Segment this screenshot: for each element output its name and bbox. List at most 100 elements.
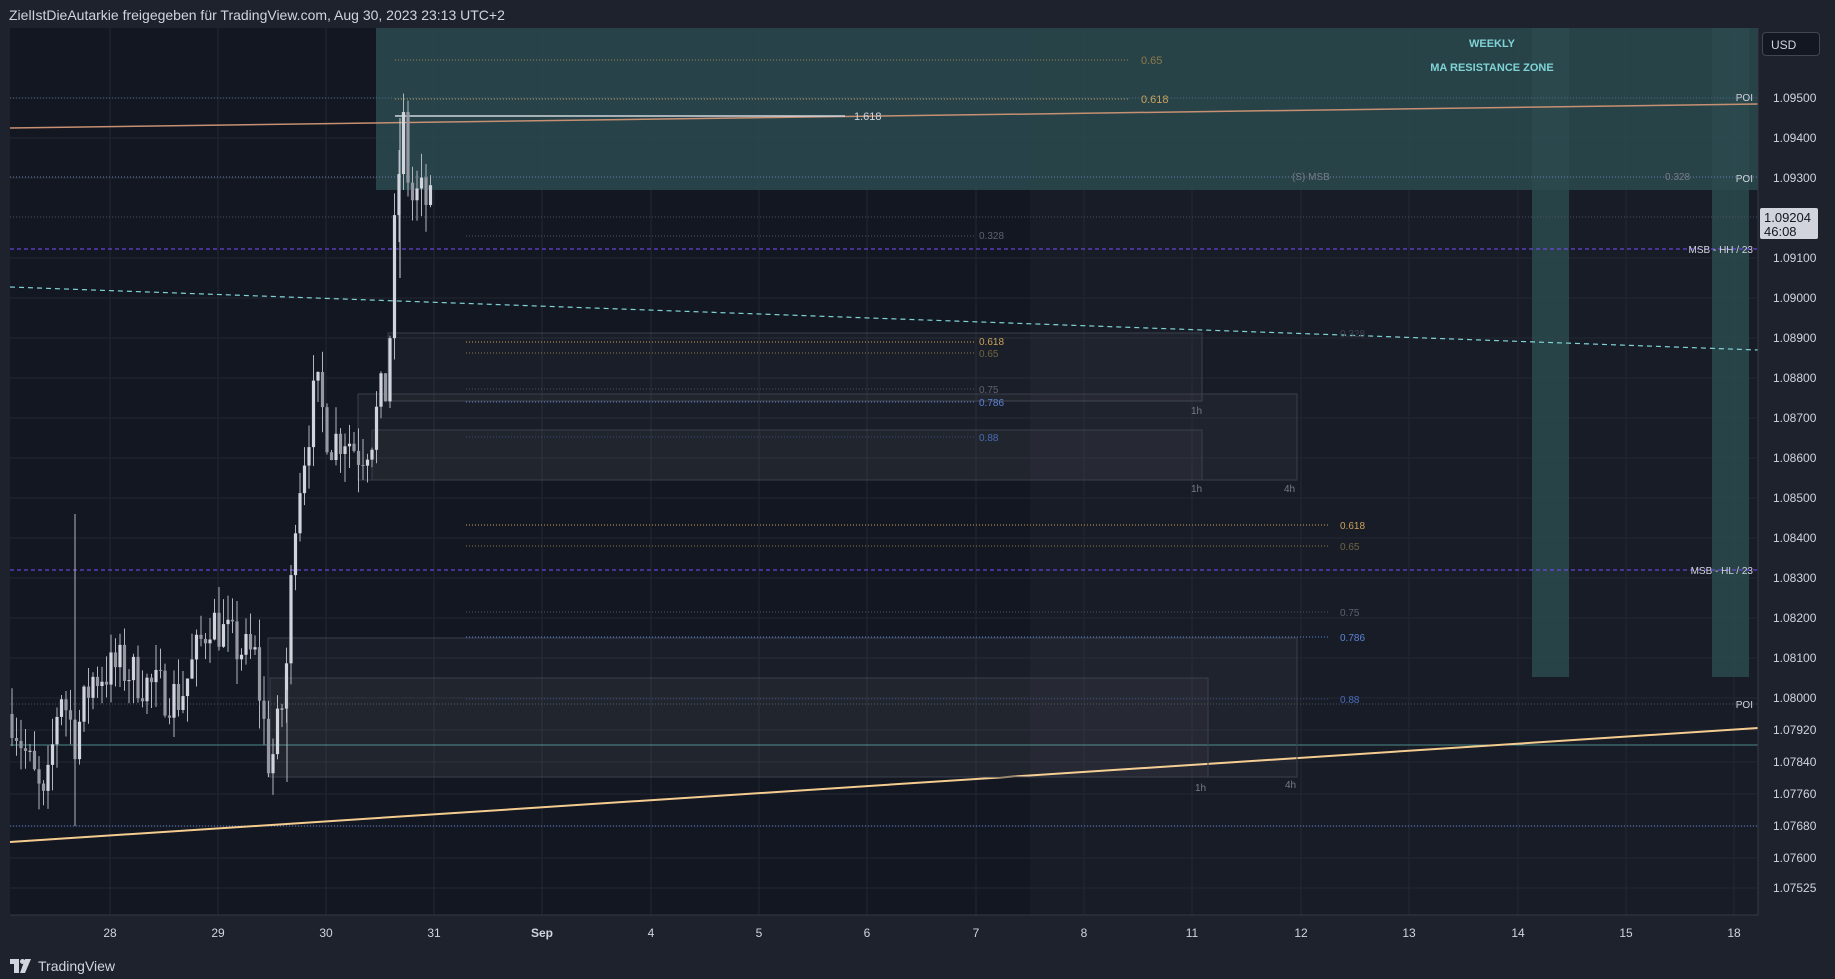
- candle-body: [181, 696, 185, 710]
- y-tick-label: 1.07600: [1773, 851, 1817, 865]
- candle-body: [370, 449, 374, 460]
- candle-body: [406, 112, 410, 183]
- x-tick-label: 11: [1186, 926, 1199, 940]
- candle-body: [388, 338, 392, 402]
- price-chart[interactable]: WEEKLY MA RESISTANCE ZONE 0.65 0.618 1.6…: [0, 0, 1835, 952]
- candle-body: [145, 677, 149, 702]
- candle-body: [275, 708, 280, 755]
- candle-body: [239, 654, 244, 660]
- candle-body: [428, 185, 433, 205]
- y-tick-label: 1.09500: [1773, 91, 1817, 105]
- x-tick-label: Sep: [531, 926, 553, 940]
- candle-body: [172, 684, 176, 718]
- y-tick-label: 1.08100: [1773, 651, 1817, 665]
- candle-body: [244, 634, 248, 655]
- candle-body: [352, 443, 356, 451]
- candle-body: [41, 783, 46, 791]
- candle-body: [122, 644, 127, 681]
- candle-body: [46, 764, 50, 791]
- poi-top-label: POI: [1736, 93, 1753, 104]
- price-axis: [1758, 28, 1835, 952]
- y-tick-label: 1.08000: [1773, 691, 1817, 705]
- candle-body: [167, 715, 172, 718]
- time-axis: [0, 915, 1758, 952]
- fib-box-lower-1h: [269, 677, 1209, 778]
- x-tick-label: 13: [1402, 926, 1416, 940]
- y-tick-label: 1.08900: [1773, 331, 1817, 345]
- y-tick-label: 1.07680: [1773, 819, 1817, 833]
- poi-mid-label: POI: [1736, 174, 1753, 185]
- y-tick-label: 1.07920: [1773, 723, 1817, 737]
- y-tick-label: 1.08400: [1773, 531, 1817, 545]
- candle-body: [356, 450, 361, 465]
- candle-body: [208, 639, 212, 644]
- candle-body: [37, 769, 41, 784]
- candle-body: [374, 406, 379, 450]
- x-tick-label: 8: [1081, 926, 1088, 940]
- fib-mid-075: 0.75: [979, 385, 999, 396]
- candle-body: [86, 686, 91, 698]
- x-tick-label: 4: [648, 926, 655, 940]
- candle-body: [293, 533, 298, 576]
- box-label-lower-4h: 4h: [1285, 780, 1296, 791]
- candle-body: [127, 680, 131, 682]
- y-tick-label: 1.08600: [1773, 451, 1817, 465]
- candle-body: [154, 669, 158, 683]
- candle-body: [109, 652, 113, 685]
- y-tick-label: 1.08500: [1773, 491, 1817, 505]
- msb-hh-label: MSB - HH / 23: [1689, 245, 1754, 256]
- current-price-countdown: 46:08: [1764, 224, 1797, 239]
- candle-body: [289, 575, 293, 664]
- candle-body: [280, 708, 284, 710]
- tradingview-logo[interactable]: TradingView: [10, 958, 115, 974]
- y-tick-label: 1.09400: [1773, 131, 1817, 145]
- s-msb-label: (S) MSB: [1292, 172, 1330, 183]
- candle-body: [365, 459, 370, 466]
- x-tick-label: 7: [973, 926, 980, 940]
- candle-body: [118, 644, 122, 668]
- candle-body: [230, 619, 235, 622]
- candle-body: [343, 446, 347, 454]
- box-label-upper-1h-a: 1h: [1191, 406, 1202, 417]
- candle-body: [140, 698, 145, 702]
- y-tick-label: 1.08200: [1773, 611, 1817, 625]
- candle-body: [104, 681, 109, 685]
- candle-body: [271, 754, 275, 774]
- candle-body: [32, 750, 37, 770]
- candle-body: [199, 634, 203, 639]
- candle-body: [298, 493, 302, 534]
- candle-body: [136, 656, 140, 699]
- fib-top-065: 0.65: [1141, 55, 1162, 67]
- fib-top-0618: 0.618: [1141, 94, 1169, 106]
- zone-label-weekly: WEEKLY: [1469, 38, 1516, 50]
- candle-body: [212, 612, 217, 640]
- resistance-column-b: [1712, 28, 1749, 677]
- candle-body: [19, 740, 23, 749]
- candle-body: [149, 677, 154, 683]
- fib-box-upper-1h-a: [387, 332, 1203, 402]
- resistance-column-a: [1532, 28, 1569, 677]
- x-tick-label: 30: [319, 926, 333, 940]
- candle-body: [185, 678, 190, 697]
- candle-body: [95, 676, 100, 687]
- candle-body: [347, 443, 352, 447]
- msb-hl-label: MSB - HL / 23: [1691, 566, 1754, 577]
- box-label-upper-4h: 4h: [1284, 484, 1295, 495]
- fib-mid-065: 0.65: [979, 349, 999, 360]
- candle-body: [311, 380, 316, 448]
- currency-button[interactable]: USD: [1762, 32, 1820, 56]
- x-tick-label: 12: [1294, 926, 1308, 940]
- candle-body: [194, 634, 199, 660]
- fib-top-1618: 1.618: [854, 111, 882, 123]
- fib-mid-0618: 0.618: [979, 337, 1004, 348]
- fib-low-075: 0.75: [1340, 608, 1360, 619]
- candle-body: [163, 670, 167, 716]
- candle-body: [361, 464, 365, 466]
- candle-body: [82, 686, 86, 722]
- y-tick-label: 1.07525: [1773, 881, 1817, 895]
- zone-label-ma: MA RESISTANCE ZONE: [1430, 62, 1553, 74]
- y-tick-label: 1.07840: [1773, 755, 1817, 769]
- fib-mid-088: 0.88: [979, 433, 999, 444]
- fib-mid-0786: 0.786: [979, 398, 1004, 409]
- y-tick-label: 1.09300: [1773, 171, 1817, 185]
